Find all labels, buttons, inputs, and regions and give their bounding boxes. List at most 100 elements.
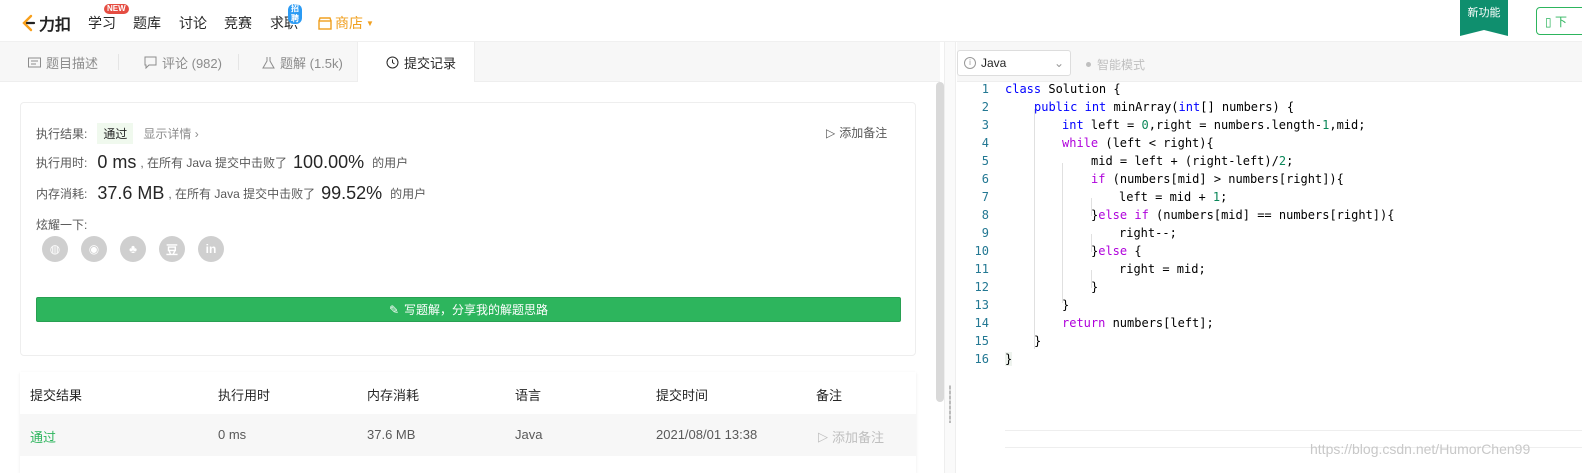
- tab-comments[interactable]: 评论 (982): [134, 42, 232, 82]
- nav-item-learn[interactable]: 学习 NEW: [88, 4, 129, 33]
- weibo-icon[interactable]: ◉: [81, 236, 107, 262]
- nav-item-discuss[interactable]: 讨论: [179, 13, 207, 33]
- runtime-users: 的用户: [372, 156, 409, 170]
- runtime-percent: 100.00%: [293, 152, 365, 172]
- tab-description[interactable]: 题目描述: [18, 42, 108, 82]
- runtime-value: 0 ms: [97, 152, 137, 172]
- nav-item-contest[interactable]: 竞赛: [224, 13, 252, 33]
- tab-solutions[interactable]: 题解 (1.5k): [252, 42, 353, 82]
- code-line: 8}else if (numbers[mid] == numbers[right…: [957, 208, 1582, 226]
- new-badge: NEW: [104, 4, 129, 14]
- write-solution-label: 写题解，分享我的解题思路: [404, 303, 549, 317]
- nav-item-jobs[interactable]: 求职 招聘: [270, 4, 302, 33]
- nav-item-label: 商店: [335, 15, 363, 31]
- line-number: 5: [981, 154, 989, 168]
- code-line: 15}: [957, 334, 1582, 352]
- write-solution-button[interactable]: ✎ 写题解，分享我的解题思路: [36, 297, 901, 322]
- line-number: 3: [981, 118, 989, 132]
- mobile-button-label: 下: [1554, 15, 1567, 29]
- header-memory: 内存消耗: [367, 388, 420, 403]
- submissions-table: 提交结果 执行用时 内存消耗 语言 提交时间 备注 通过 0 ms 37.6 M…: [20, 372, 916, 473]
- mobile-button[interactable]: ▯ 下: [1536, 7, 1582, 35]
- share-icons: ◍ ◉ ♣ 豆 in: [42, 236, 224, 262]
- memory-row: 内存消耗: 37.6 MB , 在所有 Java 提交中击败了 99.52% 的…: [36, 183, 426, 204]
- description-icon: [28, 57, 41, 67]
- recruit-badge: 招聘: [288, 4, 302, 24]
- line-number: 15: [974, 334, 989, 348]
- douban-icon[interactable]: 豆: [159, 236, 185, 262]
- new-feature-ribbon[interactable]: 新功能: [1460, 0, 1508, 36]
- flag-icon: ▷: [818, 428, 828, 444]
- result-row: 执行结果: 通过 显示详情 ›: [36, 123, 199, 144]
- line-number: 10: [974, 244, 989, 258]
- linkedin-icon[interactable]: in: [198, 236, 224, 262]
- line-number: 4: [981, 136, 989, 150]
- header-language: 语言: [515, 388, 542, 403]
- tab-submissions[interactable]: 提交记录: [357, 42, 475, 83]
- resize-grip[interactable]: [949, 385, 951, 423]
- problem-tabbar: 题目描述 评论 (982) 题解 (1.5k) 提交记录: [0, 42, 940, 83]
- code-line: 2 public int minArray(int[] numbers) {: [957, 100, 1582, 118]
- code-line: 11 right = mid;: [957, 262, 1582, 280]
- code-line: 13}: [957, 298, 1582, 316]
- code-line: 6 if (numbers[mid] > numbers[right]){: [957, 172, 1582, 190]
- line-number: 6: [981, 172, 989, 186]
- leetcode-logo-icon: [22, 14, 36, 32]
- tab-label: 题目描述: [46, 55, 99, 71]
- code-line: 10}else {: [957, 244, 1582, 262]
- row-result[interactable]: 通过: [30, 427, 56, 446]
- qq-icon[interactable]: ♣: [120, 236, 146, 262]
- smart-mode-toggle[interactable]: 智能模式: [1086, 56, 1145, 73]
- leetcode-logo[interactable]: 力扣: [20, 11, 71, 35]
- nav-item-problems[interactable]: 题库: [133, 13, 161, 33]
- result-card: 执行结果: 通过 显示详情 › ▷ 添加备注 执行用时: 0 ms , 在所有 …: [20, 102, 916, 356]
- store-icon: [318, 16, 332, 30]
- code-line: 12}: [957, 280, 1582, 298]
- runtime-row: 执行用时: 0 ms , 在所有 Java 提交中击败了 100.00% 的用户: [36, 152, 408, 173]
- line-number: 13: [974, 298, 989, 312]
- table-row[interactable]: 通过 0 ms 37.6 MB Java 2021/08/01 13:38 ▷ …: [20, 414, 916, 456]
- nav-item-label: 讨论: [179, 15, 207, 31]
- line-number: 7: [981, 190, 989, 204]
- add-note-label: 添加备注: [839, 126, 888, 140]
- chevron-down-icon: ▼: [366, 18, 374, 28]
- tab-label: 提交记录: [404, 56, 457, 71]
- top-navbar: 力扣 学习 NEW 题库 讨论 竞赛 求职 招聘 商店 ▼ 新功能 ▯ 下: [0, 0, 1582, 42]
- code-line: 3 int left = 0,right = numbers.length-1,m…: [957, 118, 1582, 136]
- code-line: 9 right--;: [957, 226, 1582, 244]
- row-submit-time: 2021/08/01 13:38: [656, 427, 758, 442]
- table-header: 提交结果 执行用时 内存消耗 语言 提交时间 备注: [20, 372, 916, 414]
- status-badge: 通过: [97, 123, 134, 144]
- code-line: 7 left = mid + 1;: [957, 190, 1582, 208]
- nav-item-label: 题库: [133, 15, 161, 31]
- nav-item-label: 学习: [88, 15, 116, 31]
- tab-separator: [238, 54, 239, 70]
- wechat-icon[interactable]: ◍: [42, 236, 68, 262]
- code-editor[interactable]: 1 class Solution { 2 public int minArray(i…: [957, 82, 1582, 473]
- language-value: Java: [981, 56, 1007, 70]
- left-scrollbar[interactable]: [936, 82, 944, 402]
- show-details-link[interactable]: 显示详情 ›: [143, 125, 198, 142]
- memory-desc: , 在所有 Java 提交中击败了: [168, 187, 316, 201]
- code-line: 16}: [957, 352, 1582, 370]
- memory-value: 37.6 MB: [97, 183, 165, 203]
- comment-icon: [144, 56, 157, 69]
- header-runtime: 执行用时: [218, 388, 271, 403]
- line-number: 9: [981, 226, 989, 240]
- row-add-note[interactable]: ▷ 添加备注: [818, 427, 884, 446]
- code-line: 14 return numbers[left];: [957, 316, 1582, 334]
- language-select[interactable]: i Java ⌄: [957, 50, 1071, 76]
- code-line: 5 mid = left + (right-left)/2;: [957, 154, 1582, 172]
- line-number: 12: [974, 280, 989, 294]
- clock-icon: [386, 56, 399, 69]
- runtime-desc: , 在所有 Java 提交中击败了: [140, 156, 288, 170]
- add-note-button[interactable]: ▷ 添加备注: [826, 124, 887, 141]
- nav-item-label: 竞赛: [224, 15, 252, 31]
- header-note: 备注: [816, 388, 843, 403]
- dot-icon: [1086, 62, 1091, 67]
- memory-percent: 99.52%: [321, 183, 383, 203]
- nav-item-store[interactable]: 商店 ▼: [318, 13, 374, 33]
- tab-separator: [118, 54, 119, 70]
- line-number: 1: [981, 82, 989, 96]
- row-runtime: 0 ms: [218, 427, 247, 442]
